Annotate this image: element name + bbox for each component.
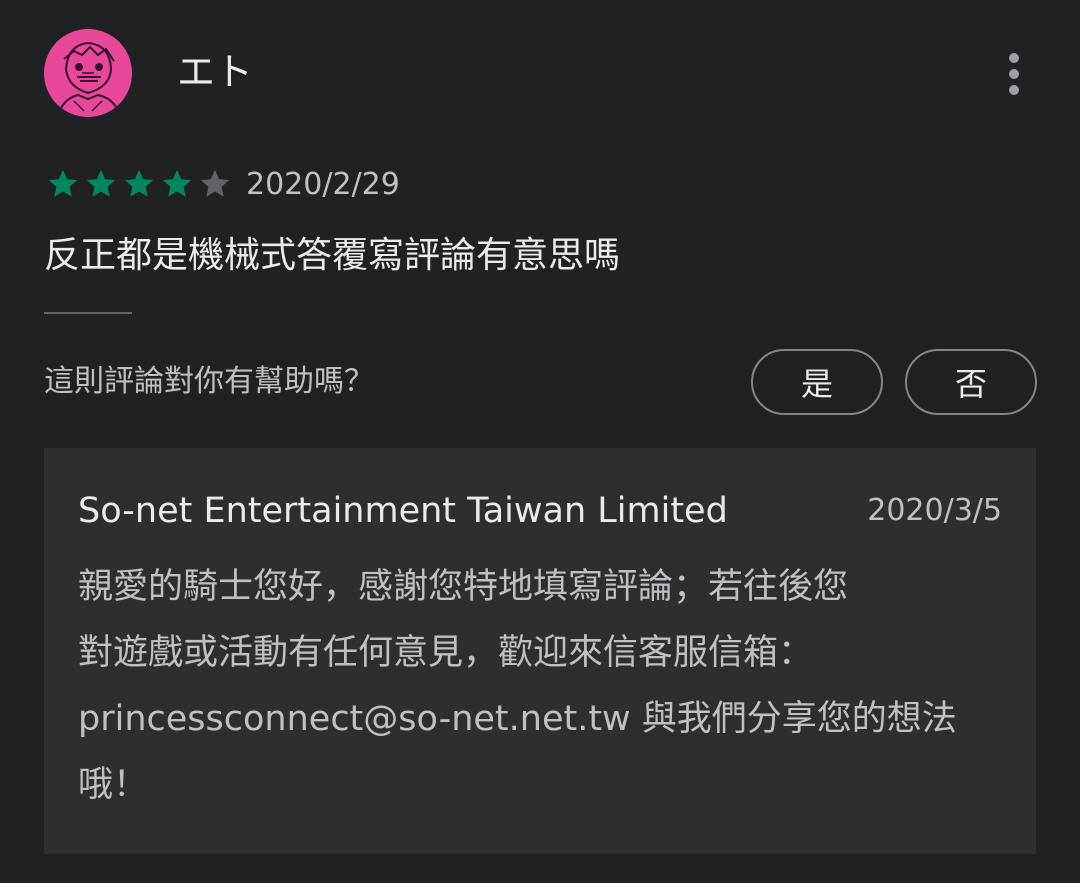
helpful-no-button[interactable]: 否 — [905, 349, 1037, 415]
reply-line: princessconnect@so-net.net.tw 與我們分享您的想法 — [78, 699, 957, 739]
star-rating — [44, 166, 234, 202]
reply-date: 2020/3/5 — [867, 493, 1002, 528]
star-filled-icon — [120, 166, 158, 202]
star-empty-icon — [196, 166, 234, 202]
more-options-button[interactable] — [994, 48, 1034, 100]
divider — [44, 312, 132, 314]
reply-line: 哦！ — [78, 765, 149, 805]
developer-name: So-net Entertainment Taiwan Limited — [78, 491, 728, 531]
helpful-yes-button[interactable]: 是 — [751, 349, 883, 415]
reply-line: 親愛的騎士您好，感謝您特地填寫評論；若往後您 — [78, 567, 849, 607]
reviewer-avatar — [44, 29, 132, 117]
review-text: 反正都是機械式答覆寫評論有意思嗎 — [44, 235, 621, 276]
more-vert-icon — [1009, 53, 1019, 95]
star-filled-icon — [82, 166, 120, 202]
anime-character-avatar-icon — [44, 29, 132, 117]
helpful-question: 這則評論對你有幫助嗎？ — [44, 364, 374, 399]
star-filled-icon — [158, 166, 196, 202]
reply-line: 對遊戲或活動有任何意見，歡迎來信客服信箱： — [78, 633, 814, 673]
reviewer-name: エト — [177, 50, 254, 94]
review-date: 2020/2/29 — [246, 167, 400, 202]
developer-reply: So-net Entertainment Taiwan Limited 2020… — [44, 448, 1036, 854]
reply-text: 親愛的騎士您好，感謝您特地填寫評論；若往後您 對遊戲或活動有任何意見，歡迎來信客… — [78, 554, 998, 818]
star-filled-icon — [44, 166, 82, 202]
